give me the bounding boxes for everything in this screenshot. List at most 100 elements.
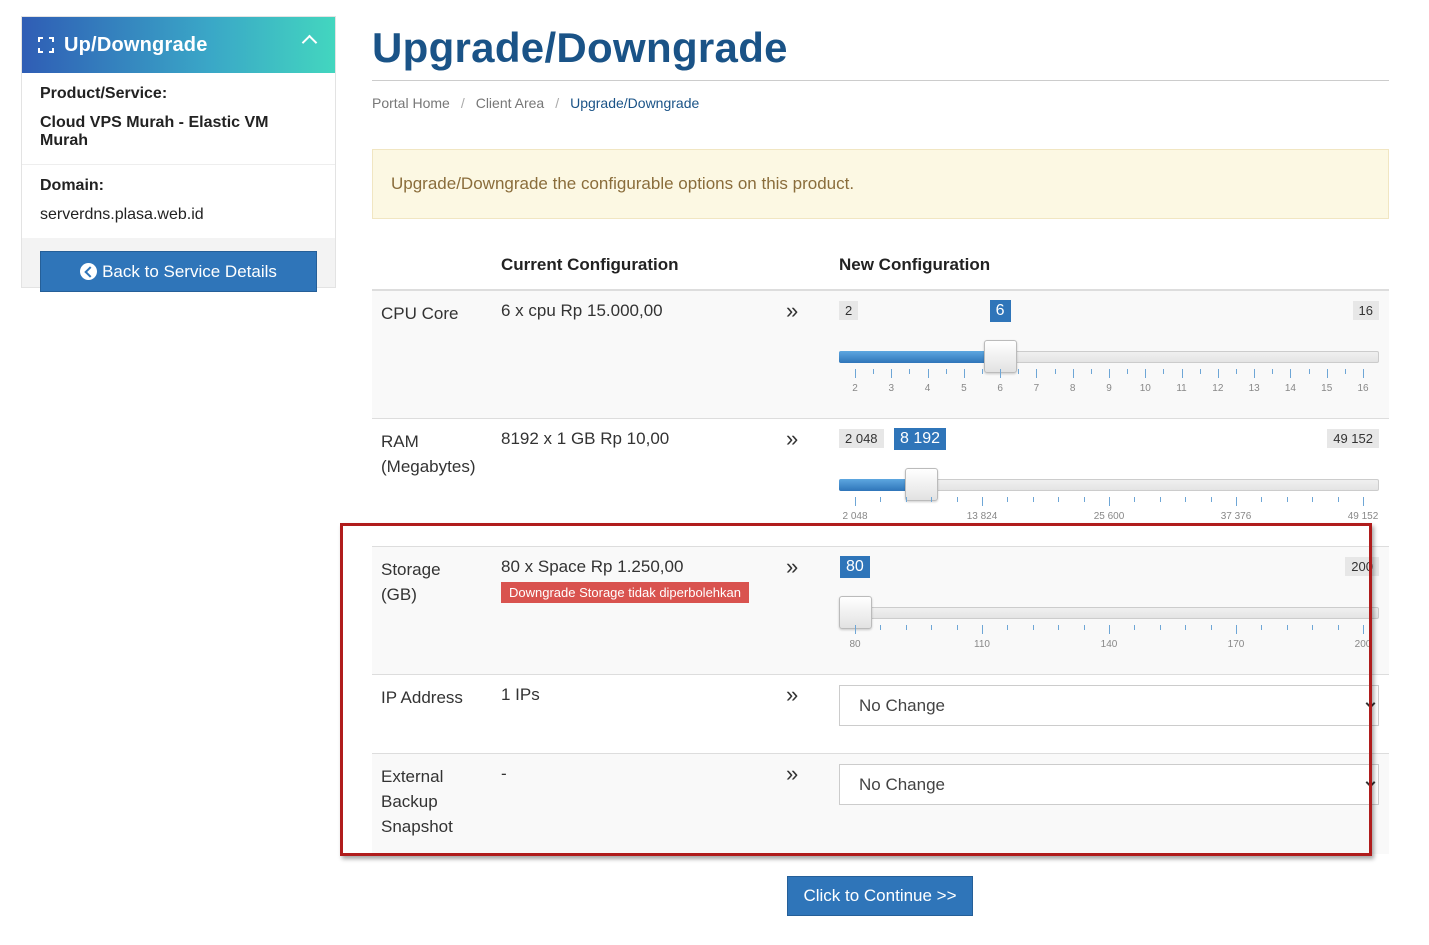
breadcrumb-current: Upgrade/Downgrade — [570, 95, 700, 111]
slider-minor-tick — [1007, 497, 1009, 502]
arrow-left-circle-icon — [80, 263, 98, 280]
slider-tick-label: 16 — [1357, 383, 1369, 394]
slider-major-tick — [1236, 625, 1237, 634]
backup-select-value: No Change — [859, 775, 946, 794]
slider-major-tick — [1290, 369, 1292, 378]
slider-tick-label: 170 — [1227, 639, 1245, 650]
slider-major-tick — [1236, 497, 1237, 506]
back-button-label: Back to Service Details — [102, 261, 277, 281]
slider-minor-tick — [982, 369, 983, 374]
slider-minor-tick — [1236, 369, 1237, 374]
slider-minor-tick — [956, 625, 958, 630]
slider-tick-label: 6 — [997, 383, 1003, 394]
slider-value-label: 80 — [840, 556, 870, 578]
config-row-backup: External Backup Snapshot - » No Change — [372, 754, 1389, 854]
slider-minor-tick — [1163, 369, 1165, 374]
page-title: Upgrade/Downgrade — [372, 24, 788, 71]
slider-minor-tick — [1337, 497, 1339, 502]
slider-tick-label: 13 — [1248, 383, 1260, 394]
slider-minor-tick — [1210, 497, 1212, 502]
breadcrumb-portal-home[interactable]: Portal Home — [372, 95, 450, 111]
slider-tick-label: 110 — [974, 639, 990, 650]
slider-minor-tick — [1344, 369, 1346, 374]
ip-label: IP Address — [381, 688, 463, 707]
sidebar-header[interactable]: Up/Downgrade — [22, 17, 335, 73]
slider-minor-tick — [909, 369, 911, 374]
slider-tick-label: 200 — [1354, 639, 1372, 650]
back-to-service-details-button[interactable]: Back to Service Details — [40, 251, 317, 292]
product-info: Product/Service: Cloud VPS Murah - Elast… — [22, 73, 335, 165]
slider-minor-tick — [1090, 369, 1092, 374]
continue-button[interactable]: Click to Continue >> — [787, 876, 973, 916]
config-row-storage: Storage (GB) 80 x Space Rp 1.250,00 Down… — [372, 547, 1389, 675]
cpu-current: 6 x cpu Rp 15.000,00 — [501, 301, 663, 320]
slider-major-tick — [1181, 369, 1183, 378]
slider-major-tick — [1363, 625, 1364, 634]
slider-major-tick — [1254, 369, 1256, 378]
backup-label: External Backup Snapshot — [381, 767, 453, 836]
slider-tick-label: 12 — [1212, 383, 1224, 394]
slider-minor-tick — [1159, 625, 1161, 630]
ip-select[interactable]: No Change — [839, 685, 1379, 726]
storage-error-badge: Downgrade Storage tidak diperbolehkan — [501, 582, 749, 603]
slider-tick-label: 15 — [1321, 383, 1333, 394]
current-config-header: Current Configuration — [501, 255, 679, 274]
slider-major-tick — [1109, 369, 1110, 378]
slider-ticks: 80 110 140 170 200 — [839, 625, 1379, 655]
slider-minor-tick — [1261, 625, 1263, 630]
slider-minor-tick — [956, 497, 958, 502]
config-table-header: Current Configuration New Configuration — [372, 219, 1389, 291]
slider-major-tick — [927, 369, 929, 378]
slider-minor-tick — [1312, 497, 1314, 502]
config-row-ip: IP Address 1 IPs » No Change — [372, 675, 1389, 754]
storage-current-wrap: 80 x Space Rp 1.250,00 Downgrade Storage… — [501, 557, 749, 603]
backup-select[interactable]: No Change — [839, 764, 1379, 805]
slider-tick-label: 37 376 — [1220, 511, 1252, 522]
right-arrow-icon: » — [786, 426, 799, 451]
main-content: Upgrade/Downgrade Portal Home / Client A… — [372, 0, 1389, 854]
slider-minor-tick — [945, 369, 947, 374]
slider-value-label: 6 — [989, 300, 1011, 322]
slider-tick-label: 80 — [849, 639, 861, 650]
slider-minor-tick — [1134, 497, 1136, 502]
slider-max-label: 49 152 — [1327, 429, 1379, 448]
right-arrow-icon: » — [786, 761, 799, 786]
slider-tick-label: 2 048 — [842, 511, 868, 522]
slider-minor-tick — [905, 497, 907, 502]
slider-minor-tick — [1058, 625, 1060, 630]
slider-minor-tick — [905, 625, 907, 630]
slider-major-tick — [855, 369, 856, 378]
slider-major-tick — [1109, 625, 1110, 634]
slider-major-tick — [1109, 497, 1110, 506]
right-arrow-icon: » — [786, 298, 799, 323]
ram-current: 8192 x 1 GB Rp 10,00 — [501, 429, 670, 448]
slider-major-tick — [855, 625, 856, 634]
slider-minor-tick — [1286, 625, 1288, 630]
slider-minor-tick — [1032, 497, 1034, 502]
slider-tick-label: 25 600 — [1093, 511, 1125, 522]
right-arrow-icon: » — [786, 554, 799, 579]
slider-tick-label: 14 — [1284, 383, 1296, 394]
slider-max-label: 16 — [1352, 301, 1379, 320]
slider-tick-label: 11 — [1176, 383, 1187, 394]
slider-major-tick — [1072, 369, 1074, 378]
slider-track[interactable] — [839, 607, 1379, 619]
breadcrumb-client-area[interactable]: Client Area — [476, 95, 544, 111]
slider-minor-tick — [1337, 625, 1339, 630]
slider-tick-label: 7 — [1033, 383, 1040, 394]
domain-label: Domain: — [40, 177, 104, 194]
chevron-up-icon[interactable] — [301, 34, 318, 51]
slider-major-tick — [982, 625, 983, 634]
slider-minor-tick — [880, 497, 882, 502]
slider-major-tick — [963, 369, 965, 378]
sidebar-footer: Back to Service Details — [22, 238, 335, 305]
backup-current: - — [501, 764, 507, 783]
slider-minor-tick — [1286, 497, 1288, 502]
storage-current: 80 x Space Rp 1.250,00 — [501, 557, 684, 576]
new-config-header: New Configuration — [839, 255, 991, 274]
slider-minor-tick — [873, 369, 875, 374]
slider-min-label: 2 — [839, 301, 859, 320]
slider-minor-tick — [1058, 497, 1060, 502]
ip-current: 1 IPs — [501, 685, 540, 704]
slider-major-tick — [1145, 369, 1147, 378]
